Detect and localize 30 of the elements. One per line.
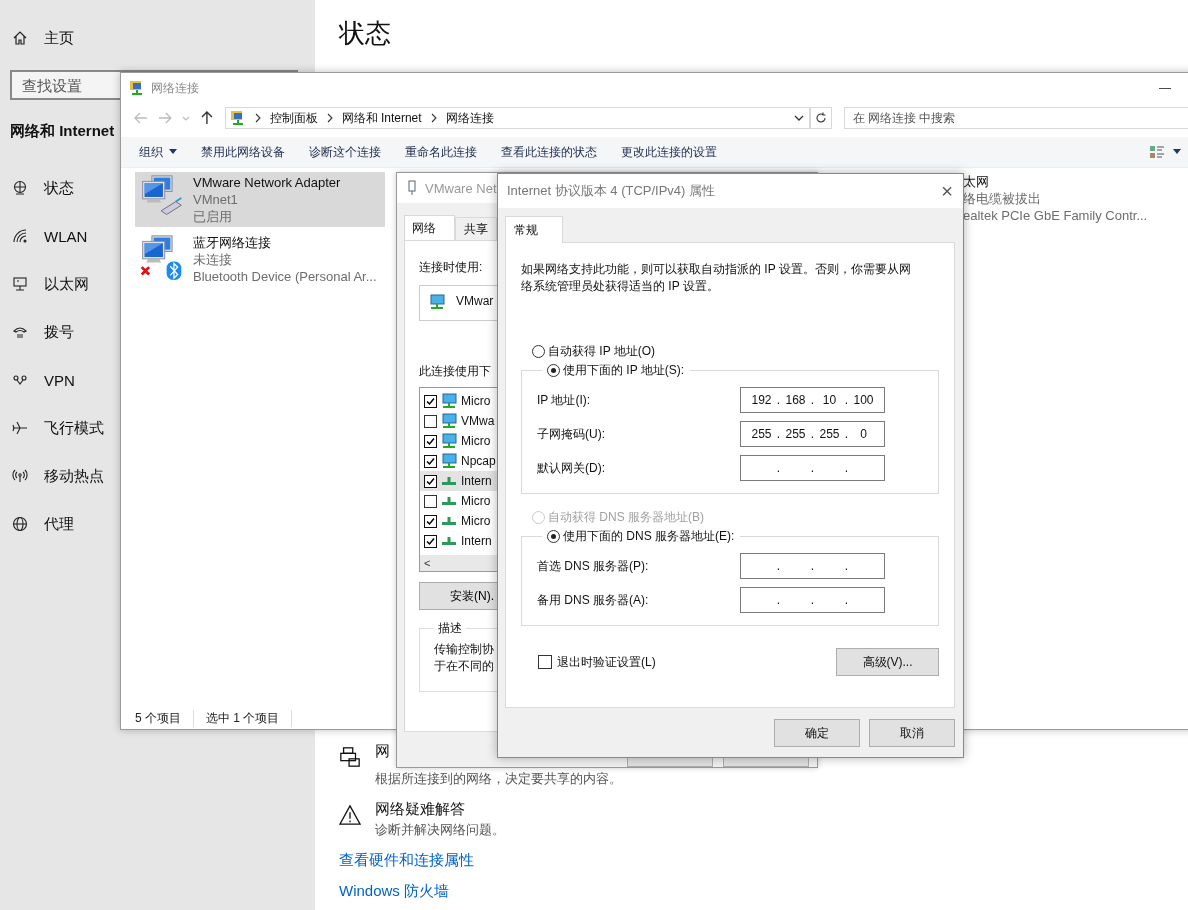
device-name: 已启用 xyxy=(193,208,233,225)
option-description: 诊断并解决网络问题。 xyxy=(375,821,505,839)
adapter-name: VMwar xyxy=(456,294,494,308)
device-name: ealtek PCIe GbE Family Contr... xyxy=(963,207,1148,224)
window-title: 网络连接 xyxy=(151,79,199,97)
connection-name: 太网 xyxy=(963,173,990,190)
section-title: 网络和 Internet xyxy=(10,122,116,141)
field-label: 连接时使用: xyxy=(419,259,483,276)
field-label: 子网掩码(U): xyxy=(537,425,606,443)
item-count: 5 个项目 xyxy=(135,709,181,727)
description-text: 传输控制协 xyxy=(434,641,494,658)
intro-text: 如果网络支持此功能，则可以获取自动指派的 IP 设置。否则，你需要从网络系统管理员处获得适当的 IP 设置。 xyxy=(521,261,912,295)
dialog-title: VMware Net xyxy=(425,180,497,196)
list-label: 此连接使用下 xyxy=(419,363,491,380)
device-name: Bluetooth Device (Personal Ar... xyxy=(193,268,377,285)
field-label: 默认网关(D): xyxy=(537,459,606,477)
group-title: 描述 xyxy=(437,620,463,637)
dialog-title: Internet 协议版本 4 (TCP/IPv4) 属性 xyxy=(507,182,716,200)
field-label: 首选 DNS 服务器(P): xyxy=(537,557,650,575)
selection-count: 选中 1 个项目 xyxy=(193,709,293,727)
description-text: 于在不同的 xyxy=(434,658,494,675)
field-label: IP 地址(I): xyxy=(537,391,592,409)
connection-name: 蓝牙网络连接 xyxy=(193,234,272,251)
option-description: 根据所连接到的网络，决定要共享的内容。 xyxy=(375,770,622,788)
page-title: 状态 xyxy=(339,17,392,50)
connection-status: 未连接 xyxy=(193,251,233,268)
connection-status: 络电缆被拔出 xyxy=(963,190,1042,207)
connection-name: VMware Network Adapter xyxy=(193,174,341,191)
field-label: 备用 DNS 服务器(A): xyxy=(537,591,650,609)
connection-status: VMnet1 xyxy=(193,191,239,208)
